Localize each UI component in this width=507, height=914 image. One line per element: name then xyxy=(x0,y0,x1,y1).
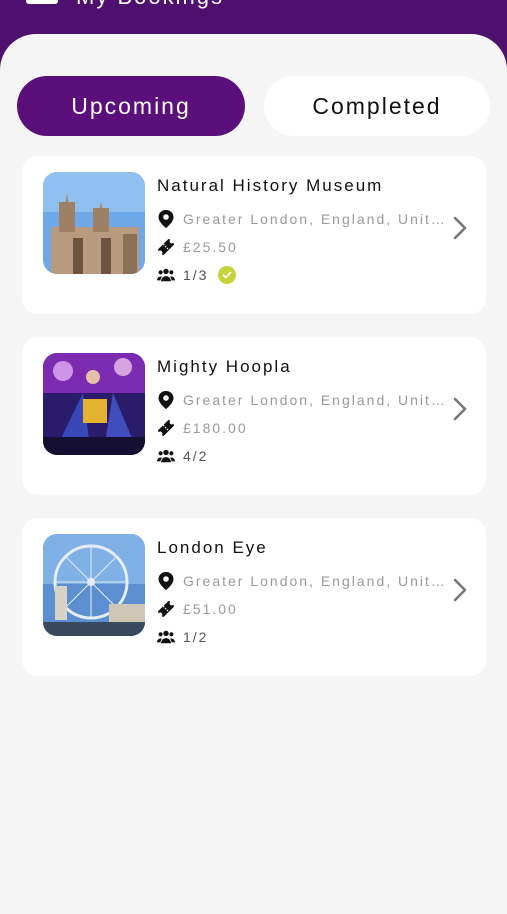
booking-title: London Eye xyxy=(157,538,268,557)
chevron-right-icon[interactable] xyxy=(450,214,470,242)
london-eye-image xyxy=(43,534,145,636)
booking-card[interactable]: Mighty Hoopla Greater London, England, U… xyxy=(22,337,486,495)
ticket-icon xyxy=(157,600,175,618)
page-title: My Bookings xyxy=(76,0,224,10)
tab-completed[interactable]: Completed xyxy=(264,76,490,136)
tab-upcoming[interactable]: Upcoming xyxy=(17,76,245,136)
chevron-right-icon[interactable] xyxy=(450,395,470,423)
booking-location: Greater London, England, United Kingdom xyxy=(157,389,445,411)
booking-title: Natural History Museum xyxy=(157,176,384,195)
booking-price: £180.00 xyxy=(157,417,248,439)
location-pin-icon xyxy=(157,572,175,590)
booking-price: £51.00 xyxy=(157,598,238,620)
check-icon xyxy=(218,266,237,284)
group-icon xyxy=(157,447,175,465)
booking-guests: 4/2 xyxy=(157,445,208,467)
group-icon xyxy=(157,266,175,284)
chevron-right-icon[interactable] xyxy=(450,576,470,604)
booking-card[interactable]: Natural History Museum Greater London, E… xyxy=(22,156,486,314)
booking-guests: 1/3 xyxy=(157,264,237,286)
museum-image xyxy=(43,172,145,274)
ticket-icon xyxy=(157,238,175,256)
booking-price: £25.50 xyxy=(157,236,238,258)
location-pin-icon xyxy=(157,391,175,409)
booking-location: Greater London, England, United Kingdom xyxy=(157,570,445,592)
ticket-icon xyxy=(157,419,175,437)
booking-title: Mighty Hoopla xyxy=(157,357,292,376)
location-pin-icon xyxy=(157,210,175,228)
group-icon xyxy=(157,628,175,646)
booking-card[interactable]: London Eye Greater London, England, Unit… xyxy=(22,518,486,676)
booking-guests: 1/2 xyxy=(157,626,208,648)
booking-location: Greater London, England, United Kingdom xyxy=(157,208,445,230)
festival-image xyxy=(43,353,145,455)
booking-tabs: Upcoming Completed xyxy=(16,76,490,136)
menu-icon[interactable] xyxy=(26,0,58,4)
